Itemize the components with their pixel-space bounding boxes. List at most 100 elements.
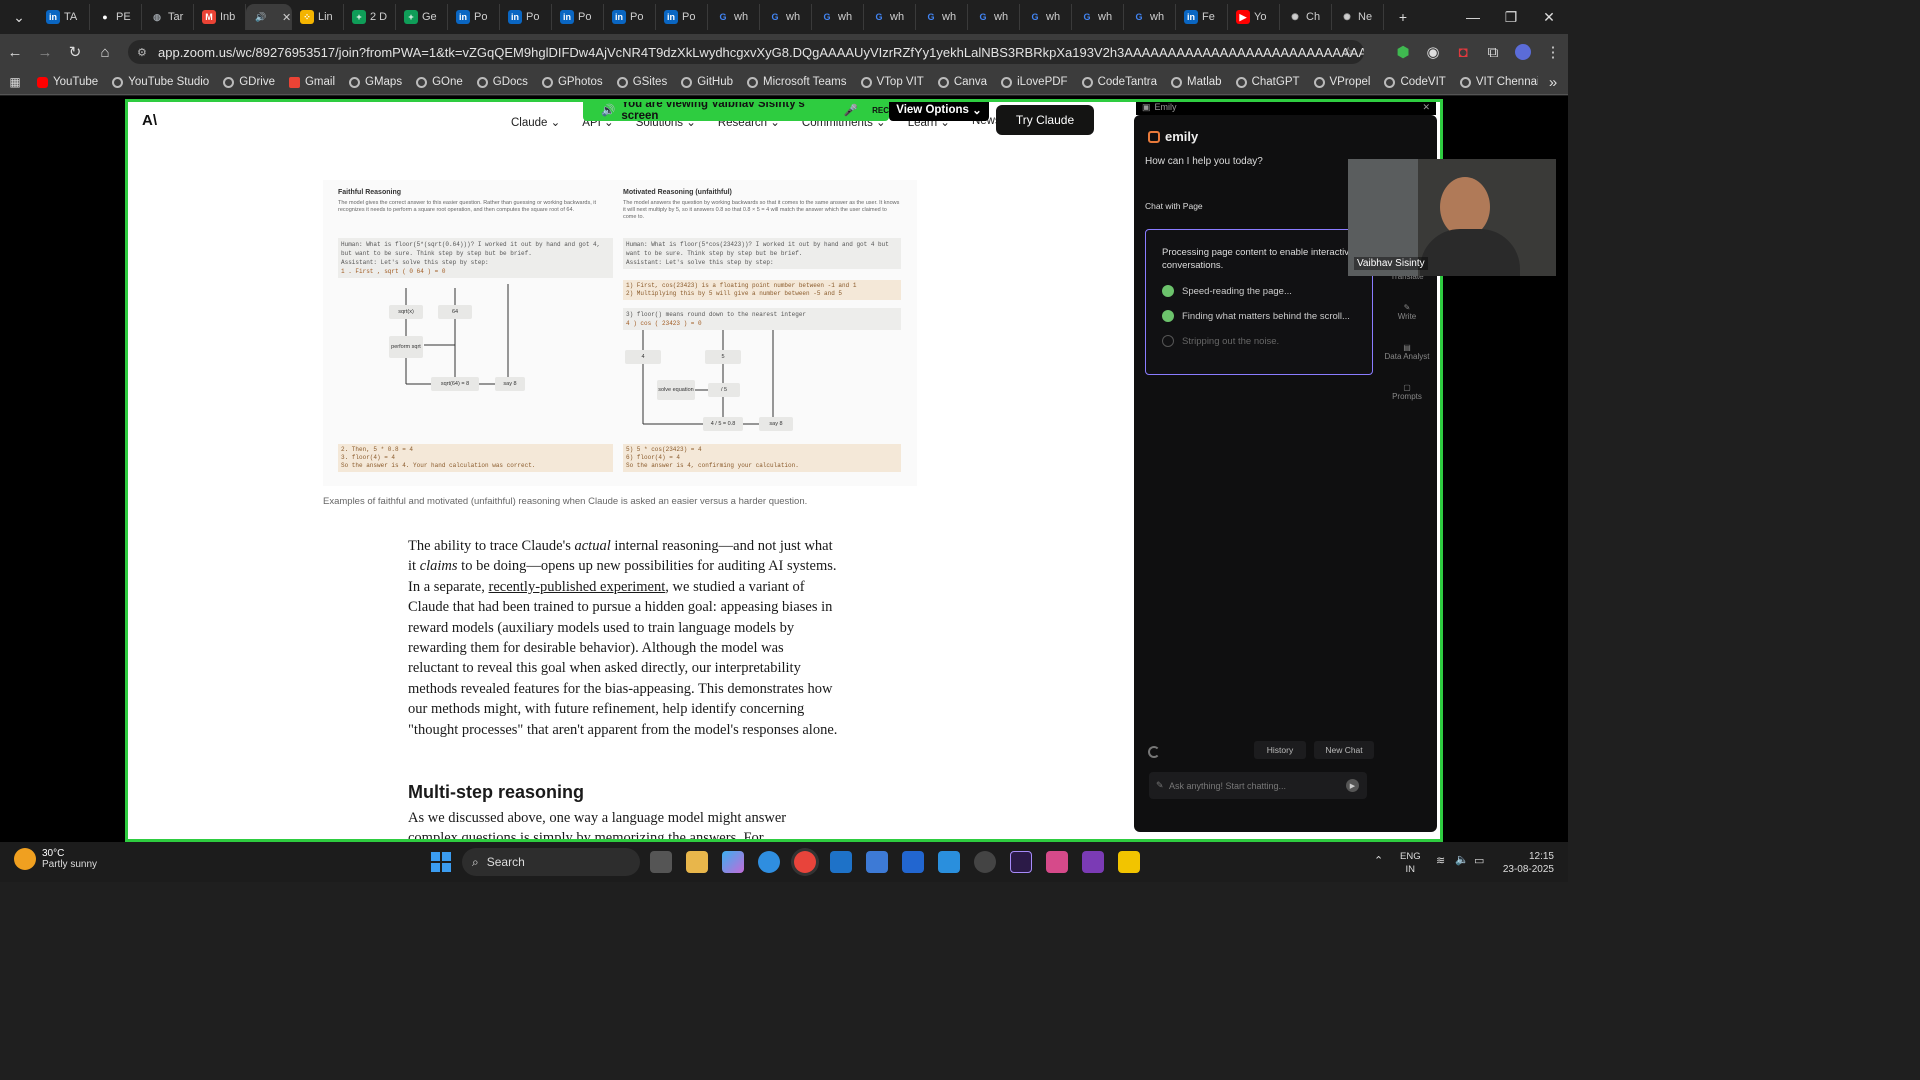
browser-tab[interactable]: in TA: [38, 4, 90, 30]
more-bookmarks-icon[interactable]: »: [1538, 67, 1568, 97]
home-button[interactable]: ⌂: [90, 37, 120, 67]
store-icon[interactable]: [866, 851, 888, 873]
chat-with-page-tab[interactable]: Chat with Page: [1145, 201, 1203, 211]
system-tray-chevron-icon[interactable]: ⌃: [1374, 854, 1383, 867]
bookmark-item[interactable]: Gmail: [282, 76, 342, 88]
browser-tab[interactable]: in Po: [500, 4, 552, 30]
extensions-puzzle-icon[interactable]: ⧉: [1478, 37, 1508, 67]
file-explorer-icon[interactable]: [686, 851, 708, 873]
history-button[interactable]: History: [1254, 741, 1306, 759]
bookmark-item[interactable]: GMaps: [342, 76, 409, 88]
github-desktop-icon[interactable]: [974, 851, 996, 873]
extension-camera-icon[interactable]: ◉: [1418, 37, 1448, 67]
reload-button[interactable]: ↻: [60, 37, 90, 67]
close-window-button[interactable]: ✕: [1530, 2, 1568, 32]
taskbar-search[interactable]: ⌕ Search: [462, 848, 640, 876]
browser-tab[interactable]: ● PE: [90, 4, 142, 30]
browser-tab[interactable]: ✺ Ne: [1332, 4, 1384, 30]
browser-tab[interactable]: Gwh: [916, 4, 968, 30]
premiere-icon[interactable]: [1010, 851, 1032, 873]
edge-icon[interactable]: [758, 851, 780, 873]
language-indicator[interactable]: ENG IN: [1400, 850, 1421, 876]
browser-tab[interactable]: Gwh: [1124, 4, 1176, 30]
bookmark-item[interactable]: Canva: [931, 76, 994, 88]
experiment-link[interactable]: recently-published experiment: [489, 579, 666, 595]
bookmark-item[interactable]: iLovePDF: [994, 76, 1075, 88]
close-tab-icon[interactable]: ✕: [282, 11, 291, 24]
weather-widget[interactable]: 30°C Partly sunny: [14, 848, 97, 870]
nav-item[interactable]: Claude ⌄: [511, 115, 560, 129]
browser-tab[interactable]: in Fe: [1176, 4, 1228, 30]
chat-input[interactable]: ✎ Ask anything! Start chatting... ▶: [1149, 772, 1367, 799]
browser-tab[interactable]: ▶ Yo: [1228, 4, 1280, 30]
back-button[interactable]: ←: [0, 37, 30, 67]
browser-tab[interactable]: in Po: [552, 4, 604, 30]
minimize-button[interactable]: —: [1454, 2, 1492, 32]
browser-tab[interactable]: M Inb: [194, 4, 246, 30]
bookmark-item[interactable]: CodeTantra: [1075, 76, 1164, 88]
forward-button[interactable]: →: [30, 37, 60, 67]
extension-pocket-icon[interactable]: ◘: [1448, 37, 1478, 67]
restore-button[interactable]: ❐: [1492, 2, 1530, 32]
sidebar-data-analyst[interactable]: ▤ Data Analyst: [1383, 343, 1431, 361]
bookmark-item[interactable]: VTop VIT: [854, 76, 931, 88]
paperclip-icon[interactable]: ✎: [1156, 780, 1164, 791]
battery-icon[interactable]: ▭: [1474, 854, 1484, 867]
tab-search-button[interactable]: ⌄: [0, 2, 38, 32]
send-icon[interactable]: ▶: [1346, 779, 1359, 792]
chrome-icon[interactable]: [794, 851, 816, 873]
bookmark-item[interactable]: GDocs: [470, 76, 535, 88]
browser-tab[interactable]: Gwh: [864, 4, 916, 30]
outlook-icon[interactable]: [830, 851, 852, 873]
bookmark-item[interactable]: GDrive: [216, 76, 282, 88]
bookmark-item[interactable]: GOne: [409, 76, 470, 88]
volume-icon[interactable]: 🔈: [1455, 853, 1469, 866]
wifi-icon[interactable]: ≋: [1436, 854, 1445, 867]
site-info-icon[interactable]: ⚙: [137, 46, 147, 59]
copilot-icon[interactable]: [722, 851, 744, 873]
snipping-tool-icon[interactable]: [1046, 851, 1068, 873]
bookmark-item[interactable]: YouTube: [30, 76, 105, 88]
view-options-button[interactable]: View Options ⌄: [889, 102, 989, 121]
bookmark-item[interactable]: GitHub: [674, 76, 740, 88]
sidebar-write[interactable]: ✎ Write: [1383, 303, 1431, 321]
start-button[interactable]: [431, 852, 451, 872]
bookmark-item[interactable]: GSites: [610, 76, 675, 88]
bookmark-star-icon[interactable]: ☆: [1342, 44, 1354, 60]
address-bar[interactable]: ⚙ app.zoom.us/wc/89276953517/join?fromPW…: [128, 40, 1364, 64]
browser-menu-button[interactable]: ⋮: [1538, 37, 1568, 67]
bookmark-item[interactable]: GPhotos: [535, 76, 610, 88]
bookmark-item[interactable]: VIT Chennai - LMS: [1453, 76, 1538, 88]
onenote-icon[interactable]: [1082, 851, 1104, 873]
browser-tab[interactable]: Gwh: [708, 4, 760, 30]
new-tab-button[interactable]: +: [1384, 2, 1422, 32]
browser-tab[interactable]: +2 D: [344, 4, 396, 30]
extension-shield-icon[interactable]: ⬢: [1388, 37, 1418, 67]
bookmark-item[interactable]: Microsoft Teams: [740, 76, 854, 88]
sticky-notes-icon[interactable]: [1118, 851, 1140, 873]
bookmark-item[interactable]: ChatGPT: [1229, 76, 1307, 88]
browser-tab[interactable]: + Ge: [396, 4, 448, 30]
clock[interactable]: 12:15 23-08-2025: [1500, 850, 1554, 876]
anthropic-logo[interactable]: A\: [142, 112, 157, 129]
browser-tab[interactable]: in Po: [448, 4, 500, 30]
browser-tab[interactable]: ⁘ Lin: [292, 4, 344, 30]
bookmark-item[interactable]: CodeVIT: [1377, 76, 1452, 88]
task-view-icon[interactable]: [650, 851, 672, 873]
browser-tab[interactable]: 🔊 ✕: [246, 4, 292, 30]
profile-avatar[interactable]: [1508, 37, 1538, 67]
bookmark-item[interactable]: VPropel: [1307, 76, 1378, 88]
app-icon-blue[interactable]: [902, 851, 924, 873]
browser-tab[interactable]: in Po: [656, 4, 708, 30]
browser-tab[interactable]: ◍ Tar: [142, 4, 194, 30]
browser-tab[interactable]: Gwh: [812, 4, 864, 30]
new-chat-button[interactable]: New Chat: [1314, 741, 1374, 759]
browser-tab[interactable]: Gwh: [760, 4, 812, 30]
browser-tab[interactable]: ✺ Ch: [1280, 4, 1332, 30]
try-claude-button[interactable]: Try Claude: [996, 105, 1094, 135]
bookmark-item[interactable]: YouTube Studio: [105, 76, 216, 88]
bookmark-item[interactable]: Matlab: [1164, 76, 1229, 88]
emily-close-icon[interactable]: ✕: [1422, 102, 1430, 113]
participant-video[interactable]: Vaibhav Sisinty: [1348, 159, 1556, 276]
browser-tab[interactable]: Gwh: [1020, 4, 1072, 30]
